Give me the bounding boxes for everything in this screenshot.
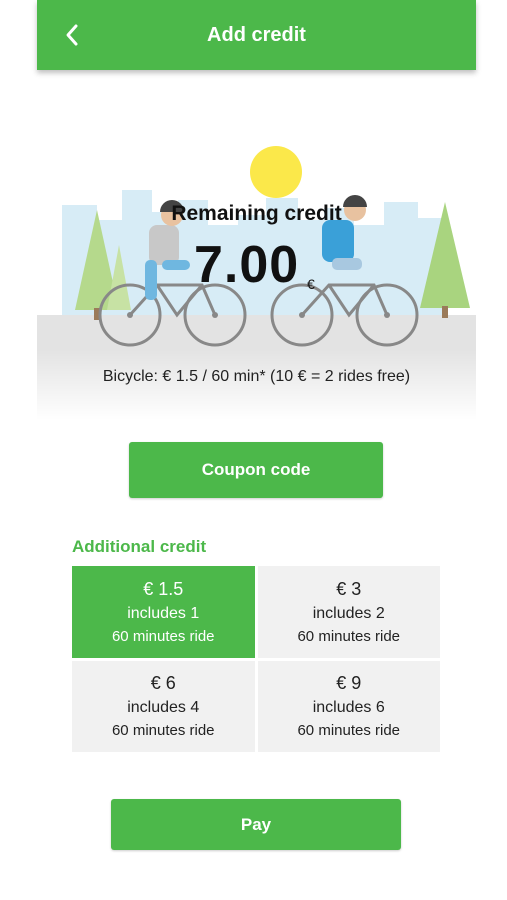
option-price: € 1.5 xyxy=(143,578,184,599)
page-title: Add credit xyxy=(207,23,306,46)
credit-option-1-5[interactable]: € 1.5 includes 1 60 minutes ride xyxy=(72,566,255,658)
credit-options-grid: € 1.5 includes 1 60 minutes ride € 3 inc… xyxy=(72,566,440,752)
option-includes: includes 6 xyxy=(312,699,385,717)
option-includes: includes 4 xyxy=(127,699,200,717)
credit-currency: € xyxy=(307,276,315,292)
option-price: € 3 xyxy=(336,578,362,599)
back-button[interactable] xyxy=(55,18,89,52)
chevron-left-icon xyxy=(66,24,78,46)
option-duration: 60 minutes ride xyxy=(111,722,215,740)
additional-credit-title: Additional credit xyxy=(72,537,207,556)
option-duration: 60 minutes ride xyxy=(297,722,401,740)
option-price: € 6 xyxy=(150,673,176,694)
option-price: € 9 xyxy=(336,673,362,694)
app-bar: Add credit xyxy=(37,0,476,70)
option-includes: includes 1 xyxy=(127,604,200,622)
credit-option-3[interactable]: € 3 includes 2 60 minutes ride xyxy=(257,566,440,658)
pricing-info: Bicycle: € 1.5 / 60 min* (10 € = 2 rides… xyxy=(102,368,411,385)
credit-amount: 7.00 xyxy=(194,236,300,294)
option-duration: 60 minutes ride xyxy=(111,627,215,645)
credit-option-6[interactable]: € 6 includes 4 60 minutes ride xyxy=(72,660,255,752)
pay-button[interactable]: Pay xyxy=(111,799,401,850)
coupon-code-button[interactable]: Coupon code xyxy=(129,442,383,498)
credit-option-9[interactable]: € 9 includes 6 60 minutes ride xyxy=(257,660,440,752)
remaining-credit-label: Remaining credit xyxy=(171,202,342,225)
option-duration: 60 minutes ride xyxy=(297,627,401,645)
credit-hero: Remaining credit 7.00 € Bicycle: € 1.5 /… xyxy=(37,130,476,420)
option-includes: includes 2 xyxy=(312,604,385,622)
